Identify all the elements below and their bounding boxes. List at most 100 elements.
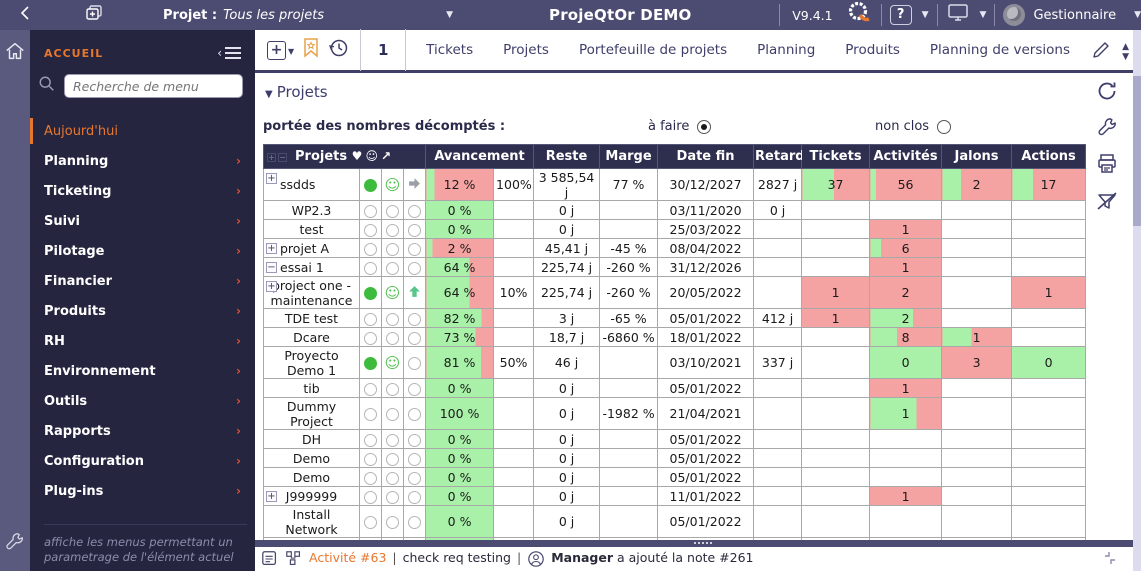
vertical-scrollbar[interactable] bbox=[1133, 30, 1141, 571]
refresh-icon[interactable] bbox=[1095, 79, 1119, 107]
back-icon[interactable] bbox=[10, 5, 40, 25]
menu-search-input[interactable] bbox=[64, 74, 243, 98]
cell-project-name[interactable]: Install Network bbox=[264, 506, 360, 538]
health-icon[interactable]: ♥ bbox=[352, 149, 366, 163]
sidebar-item-outils[interactable]: Outils› bbox=[30, 386, 255, 416]
sidebar-item-ticketing[interactable]: Ticketing› bbox=[30, 176, 255, 206]
column-marge[interactable]: Marge bbox=[600, 145, 658, 169]
scrollbar-thumb[interactable] bbox=[1133, 76, 1141, 226]
scope-option-a-faire[interactable]: à faire bbox=[648, 119, 711, 134]
sidebar-item-configuration[interactable]: Configuration› bbox=[30, 446, 255, 476]
expand-icon[interactable]: + bbox=[266, 491, 277, 502]
new-window-icon[interactable] bbox=[85, 5, 103, 25]
cell-project-name[interactable]: +projet A bbox=[264, 239, 360, 258]
cell-project-name[interactable]: Proyecto Demo 1 bbox=[264, 347, 360, 379]
tab-produits[interactable]: Produits bbox=[845, 42, 900, 58]
expand-icon[interactable]: + bbox=[266, 243, 277, 254]
cell-retard bbox=[754, 258, 802, 277]
tab-projets[interactable]: Projets bbox=[503, 42, 549, 58]
chevron-down-icon[interactable]: ▼ bbox=[1134, 10, 1141, 20]
open-tab-number[interactable]: 1 bbox=[361, 41, 405, 59]
activity-link[interactable]: Activité #63 bbox=[309, 550, 386, 565]
user-avatar[interactable] bbox=[1003, 4, 1025, 26]
project-selector[interactable]: Projet : Tous les projets ▼ bbox=[163, 8, 453, 23]
note-icon[interactable] bbox=[261, 550, 279, 568]
collapse-panel-icon[interactable] bbox=[1103, 551, 1117, 568]
column-jalons[interactable]: Jalons bbox=[942, 145, 1012, 169]
cell-activites: 1 bbox=[870, 220, 942, 239]
project-name: Proyecto Demo 1 bbox=[284, 348, 338, 378]
expand-icon[interactable]: + bbox=[266, 281, 277, 292]
projeqtor-logo-icon[interactable] bbox=[843, 0, 873, 30]
column-datefin[interactable]: Date fin bbox=[658, 145, 754, 169]
chevron-down-icon[interactable]: ▼ bbox=[980, 10, 987, 20]
hierarchy-icon[interactable] bbox=[285, 550, 303, 568]
column-avancement[interactable]: Avancement bbox=[426, 145, 534, 169]
cell-project-name[interactable]: DH bbox=[264, 430, 360, 449]
cell-project-name[interactable]: −essai 1 bbox=[264, 258, 360, 277]
tab-portefeuille-de-projets[interactable]: Portefeuille de projets bbox=[579, 42, 727, 58]
column-tickets[interactable]: Tickets bbox=[802, 145, 870, 169]
scope-option-non-clos[interactable]: non clos bbox=[875, 119, 951, 134]
cell-project-name[interactable]: +ssdds bbox=[264, 169, 360, 201]
sidebar-item-planning[interactable]: Planning› bbox=[30, 146, 255, 176]
settings-wrench-icon[interactable] bbox=[1096, 116, 1119, 143]
filter-off-icon[interactable] bbox=[1095, 189, 1119, 217]
print-icon[interactable] bbox=[1095, 152, 1119, 180]
sidebar-item-suivi[interactable]: Suivi› bbox=[30, 206, 255, 236]
cell-project-name[interactable]: +J999999 bbox=[264, 487, 360, 506]
trend-icon[interactable]: ↗ bbox=[381, 149, 394, 163]
cell-avancement-pct bbox=[494, 506, 534, 538]
column-actions[interactable]: Actions bbox=[1012, 145, 1086, 169]
expand-all-icons[interactable]: +− bbox=[267, 153, 287, 162]
cell-project-name[interactable]: TDE test bbox=[264, 309, 360, 328]
history-clock-icon[interactable] bbox=[328, 37, 350, 63]
cell-project-name[interactable]: tib bbox=[264, 379, 360, 398]
scroll-tabs-up-icon[interactable]: ▲ bbox=[1122, 43, 1129, 51]
sidebar-footer-hint: affiche les menus permettant un parametr… bbox=[44, 524, 247, 565]
cell-project-name[interactable]: WP2.3 bbox=[264, 201, 360, 220]
cell-project-name[interactable]: Demo bbox=[264, 468, 360, 487]
sidebar-item-produits[interactable]: Produits› bbox=[30, 296, 255, 326]
sidebar-item-aujourd-hui[interactable]: Aujourd'hui bbox=[30, 116, 255, 146]
display-monitor-icon[interactable] bbox=[946, 3, 970, 27]
cell-marge bbox=[600, 449, 658, 468]
chevron-down-icon[interactable]: ▼ bbox=[288, 47, 294, 56]
panel-splitter-handle[interactable] bbox=[255, 540, 1133, 547]
cell-project-name[interactable]: +project one - maintenance bbox=[264, 277, 360, 309]
sidebar-item-rh[interactable]: RH› bbox=[30, 326, 255, 356]
tab-planning-de-versions[interactable]: Planning de versions bbox=[930, 42, 1070, 58]
add-tab-button[interactable]: + bbox=[267, 41, 286, 60]
cell-actions bbox=[1012, 487, 1086, 506]
cell-project-name[interactable]: Demo bbox=[264, 449, 360, 468]
column-retard[interactable]: Retard bbox=[754, 145, 802, 169]
help-button[interactable]: ? bbox=[890, 5, 912, 25]
sidebar-item-financier[interactable]: Financier› bbox=[30, 266, 255, 296]
wrench-icon[interactable] bbox=[4, 531, 26, 557]
header-divider bbox=[881, 4, 882, 26]
mood-icon[interactable]: ☺ bbox=[365, 149, 381, 163]
cell-project-name[interactable]: test bbox=[264, 220, 360, 239]
chevron-down-icon[interactable]: ▼ bbox=[922, 10, 929, 20]
radio-selected-icon[interactable] bbox=[697, 120, 711, 134]
collapse-icon[interactable]: − bbox=[266, 262, 277, 273]
section-header[interactable]: ▼Projets bbox=[265, 83, 1133, 101]
scroll-tabs-down-icon[interactable]: ▼ bbox=[1122, 53, 1129, 61]
column-projets[interactable]: +− Projets ♥☺↗ bbox=[264, 145, 426, 169]
tab-planning[interactable]: Planning bbox=[757, 42, 815, 58]
cell-project-name[interactable]: Dcare bbox=[264, 328, 360, 347]
tab-tickets[interactable]: Tickets bbox=[426, 42, 473, 58]
bookmark-star-icon[interactable] bbox=[302, 37, 320, 63]
radio-unselected-icon[interactable] bbox=[937, 120, 951, 134]
sidebar-item-pilotage[interactable]: Pilotage› bbox=[30, 236, 255, 266]
column-reste[interactable]: Reste bbox=[534, 145, 600, 169]
cell-project-name[interactable]: Dummy Project bbox=[264, 398, 360, 430]
home-icon[interactable] bbox=[4, 40, 26, 66]
sidebar-item-environnement[interactable]: Environnement› bbox=[30, 356, 255, 386]
column-activites[interactable]: Activités bbox=[870, 145, 942, 169]
edit-pencil-icon[interactable] bbox=[1090, 39, 1112, 65]
sidebar-collapse-button[interactable]: ‹ bbox=[217, 44, 241, 62]
sidebar-item-rapports[interactable]: Rapports› bbox=[30, 416, 255, 446]
expand-icon[interactable]: + bbox=[266, 173, 277, 184]
sidebar-item-plug-ins[interactable]: Plug-ins› bbox=[30, 476, 255, 506]
